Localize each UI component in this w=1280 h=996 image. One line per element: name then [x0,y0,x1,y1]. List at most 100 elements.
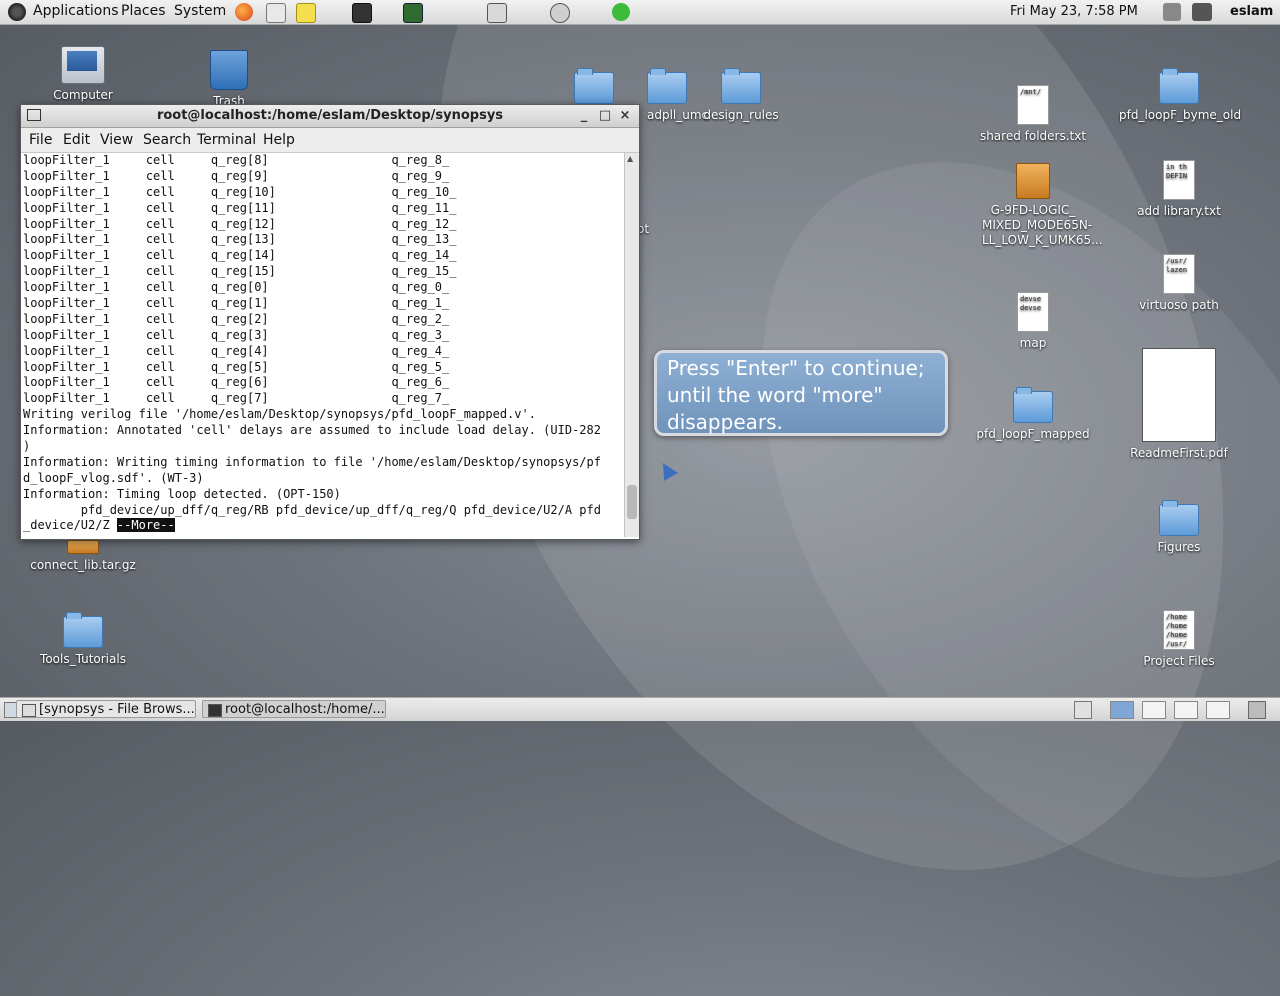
terminal-line: loopFilter_1 cell q_reg[3] q_reg_3_ [23,327,450,342]
volume-icon[interactable] [1163,3,1181,21]
menu-edit[interactable]: Edit [63,132,90,148]
desktop-icon-label: G-9FD-LOGIC_ MIXED_MODE65N- LL_LOW_K_UMK… [982,203,1103,247]
minimize-icon[interactable]: _ [577,108,591,123]
desktop-icon-label: design_rules [703,108,779,122]
terminal-window[interactable]: root@localhost:/home/eslam/Desktop/synop… [20,104,640,540]
desktop-icon-label: pfd_loopF_mapped [976,427,1090,441]
running-man-icon[interactable] [612,3,630,21]
text-file-icon: /home /home /home /usr/ [1163,610,1195,650]
menu-search[interactable]: Search [143,132,191,148]
desktop-icon-map[interactable]: devse devse map [973,292,1093,351]
terminal-line: _device/U2/Z --More-- [23,518,175,533]
folder-icon [63,612,103,648]
close-icon[interactable]: × [618,108,632,123]
desktop-icon-label: Tools_Tutorials [40,652,126,666]
menu-terminal[interactable]: Terminal [197,132,256,148]
bottom-panel: [synopsys - File Brows... root@localhost… [0,697,1280,721]
desktop-icon-label: ot [637,222,650,236]
desktop-icon-label: virtuoso path [1139,298,1219,312]
workspace-2[interactable] [1142,701,1166,719]
desktop-icon-g9fd[interactable]: G-9FD-LOGIC_ MIXED_MODE65N- LL_LOW_K_UMK… [966,163,1103,248]
desktop-icon-shared-folders[interactable]: /mnt/ shared folders.txt [973,85,1093,144]
taskbar-item-terminal[interactable]: root@localhost:/home/... [202,700,386,718]
text-file-icon: /usr/ lazen [1163,254,1195,294]
desktop-icon-connect-lib[interactable]: connect_lib.tar.gz [23,540,143,573]
archive-icon [67,540,99,554]
desktop-icon-design-rules[interactable]: design_rules [681,68,801,123]
text-file-icon: in th DEFIN [1163,160,1195,200]
folder-icon [1013,387,1053,423]
desktop-icon-figures[interactable]: Figures [1119,500,1239,555]
trash-applet-icon[interactable] [1074,701,1092,719]
package-icon [1016,163,1050,199]
desktop-icon-label: shared folders.txt [979,129,1087,143]
folder-icon [721,68,761,104]
top-panel: Applications Places System Fri May 23, 7… [0,0,1280,25]
desktop-icon-readme[interactable]: ReadmeFirst.pdf [1119,348,1239,461]
workspace-4[interactable] [1206,701,1230,719]
callout-text: Press "Enter" to continue; until the wor… [667,356,925,434]
text-file-icon: devse devse [1017,292,1049,332]
terminal-icon [208,704,222,717]
terminal-line: loopFilter_1 cell q_reg[7] q_reg_7_ [23,391,450,406]
scroll-up-arrow-icon[interactable]: ▲ [627,154,633,163]
calculator-icon[interactable] [487,3,507,23]
user-menu[interactable]: eslam [1230,4,1273,19]
desktop-icon-label: add library.txt [1137,204,1221,218]
notes-icon[interactable] [296,3,316,23]
pdf-thumbnail-icon [1142,348,1216,442]
desktop-icon-add-library[interactable]: in th DEFIN add library.txt [1119,160,1239,219]
desktop-icon-partial[interactable]: ot [637,222,657,236]
desktop-icon-label: Figures [1157,540,1201,554]
file-browser-icon [22,704,36,717]
desktop-icon-trash[interactable]: Trash [169,50,289,109]
terminal-scrollbar[interactable]: ▲ [624,153,639,537]
menu-help[interactable]: Help [263,132,295,148]
terminal-line: loopFilter_1 cell q_reg[12] q_reg_12_ [23,216,457,231]
maximize-icon[interactable]: □ [598,108,612,123]
terminal-line: ) [23,439,31,454]
terminal-line: loopFilter_1 cell q_reg[2] q_reg_2_ [23,311,450,326]
desktop-icon-label: Project Files [1143,654,1215,668]
applications-menu[interactable]: Applications [33,3,119,19]
taskbar-item-file-browser[interactable]: [synopsys - File Brows... [16,700,196,718]
terminal-line: Information: Timing loop detected. (OPT-… [23,486,341,501]
folder-icon [1159,500,1199,536]
power-icon[interactable] [550,3,570,23]
desktop-icon-virtuoso-path[interactable]: /usr/ lazen virtuoso path [1119,254,1239,313]
desktop-icon-label: map [1019,336,1047,350]
desktop-icon-tools-tutorials[interactable]: Tools_Tutorials [23,612,143,667]
gnome-foot-icon[interactable] [8,3,26,21]
mail-icon[interactable] [266,3,286,23]
taskbar-item-label: root@localhost:/home/... [225,702,385,717]
menu-view[interactable]: View [100,132,133,148]
network-icon[interactable] [1192,3,1212,21]
terminal-line: loopFilter_1 cell q_reg[8] q_reg_8_ [23,153,450,167]
desktop-icon-label: pfd_loopF_byme_old [1119,108,1242,122]
places-menu[interactable]: Places [121,3,166,19]
terminal-output[interactable]: loopFilter_1 cell q_reg[8] q_reg_8_ loopF… [21,153,625,537]
menu-file[interactable]: File [29,132,52,148]
terminal-titlebar[interactable]: root@localhost:/home/eslam/Desktop/synop… [21,105,639,128]
desktop-icon-pfd-byme-old[interactable]: pfd_loopF_byme_old [1119,68,1242,123]
workspace-3[interactable] [1174,701,1198,719]
terminal-line: loopFilter_1 cell q_reg[6] q_reg_6_ [23,375,450,390]
trash-bin-icon[interactable] [1248,701,1266,719]
desktop-icon-computer[interactable]: Computer [23,46,143,103]
desktop-icon-pfd-mapped[interactable]: pfd_loopF_mapped [973,387,1093,442]
desktop-icon-project-files[interactable]: /home /home /home /usr/ Project Files [1119,610,1239,669]
workspace-1[interactable] [1110,701,1134,719]
terminal-line: loopFilter_1 cell q_reg[13] q_reg_13_ [23,232,457,247]
terminal-line: Information: Annotated 'cell' delays are… [23,423,601,438]
firefox-icon[interactable] [235,3,253,21]
system-menu[interactable]: System [174,3,226,19]
scrollbar-thumb[interactable] [627,485,637,519]
desktop-icon-label: Computer [53,88,113,102]
more-prompt: --More-- [116,518,175,533]
terminal-line: loopFilter_1 cell q_reg[10] q_reg_10_ [23,184,457,199]
terminal-line: Writing verilog file '/home/eslam/Deskto… [23,407,536,422]
terminal-launcher-icon[interactable] [352,3,372,23]
clock[interactable]: Fri May 23, 7:58 PM [1010,4,1138,19]
folder-icon [1159,68,1199,104]
system-monitor-icon[interactable] [403,3,423,23]
